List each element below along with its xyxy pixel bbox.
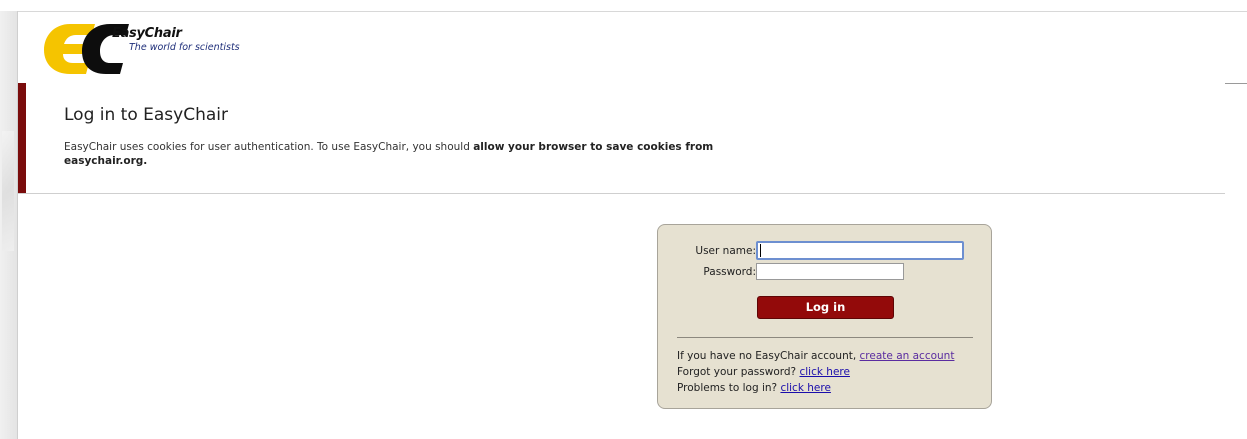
top-strip xyxy=(0,0,1247,11)
page-curl-decoration xyxy=(2,131,14,251)
create-account-line: If you have no EasyChair account, create… xyxy=(677,350,954,362)
login-problems-text: Problems to log in? xyxy=(677,382,781,394)
create-account-link[interactable]: create an account xyxy=(860,350,955,362)
logo-title: EasyChair xyxy=(112,26,182,41)
login-button[interactable]: Log in xyxy=(757,296,894,319)
form-divider xyxy=(677,337,973,338)
no-account-text: If you have no EasyChair account, xyxy=(677,350,860,362)
logo-tagline: The world for scientists xyxy=(129,42,240,53)
login-form: User name: Password: Log in If you have … xyxy=(657,224,992,409)
forgot-password-link[interactable]: click here xyxy=(799,366,849,378)
forgot-password-text: Forgot your password? xyxy=(677,366,800,378)
cookie-notice: EasyChair uses cookies for user authenti… xyxy=(64,140,784,168)
password-input[interactable] xyxy=(756,263,904,280)
login-problems-link[interactable]: click here xyxy=(780,382,830,394)
password-label: Password: xyxy=(703,266,756,278)
username-input[interactable] xyxy=(756,241,964,260)
title-section: Log in to EasyChair EasyChair uses cooki… xyxy=(18,83,1225,194)
cookie-notice-text: EasyChair uses cookies for user authenti… xyxy=(64,141,474,153)
username-label: User name: xyxy=(695,245,756,257)
text-cursor xyxy=(760,244,761,257)
forgot-password-line: Forgot your password? click here xyxy=(677,366,850,378)
page-title: Log in to EasyChair xyxy=(64,105,228,125)
title-accent-bar xyxy=(18,83,26,193)
browser-page: EasyChair The world for scientists Log i… xyxy=(0,0,1247,439)
site-header: EasyChair The world for scientists xyxy=(18,11,1247,84)
left-gutter xyxy=(0,11,18,439)
login-problems-line: Problems to log in? click here xyxy=(677,382,831,394)
